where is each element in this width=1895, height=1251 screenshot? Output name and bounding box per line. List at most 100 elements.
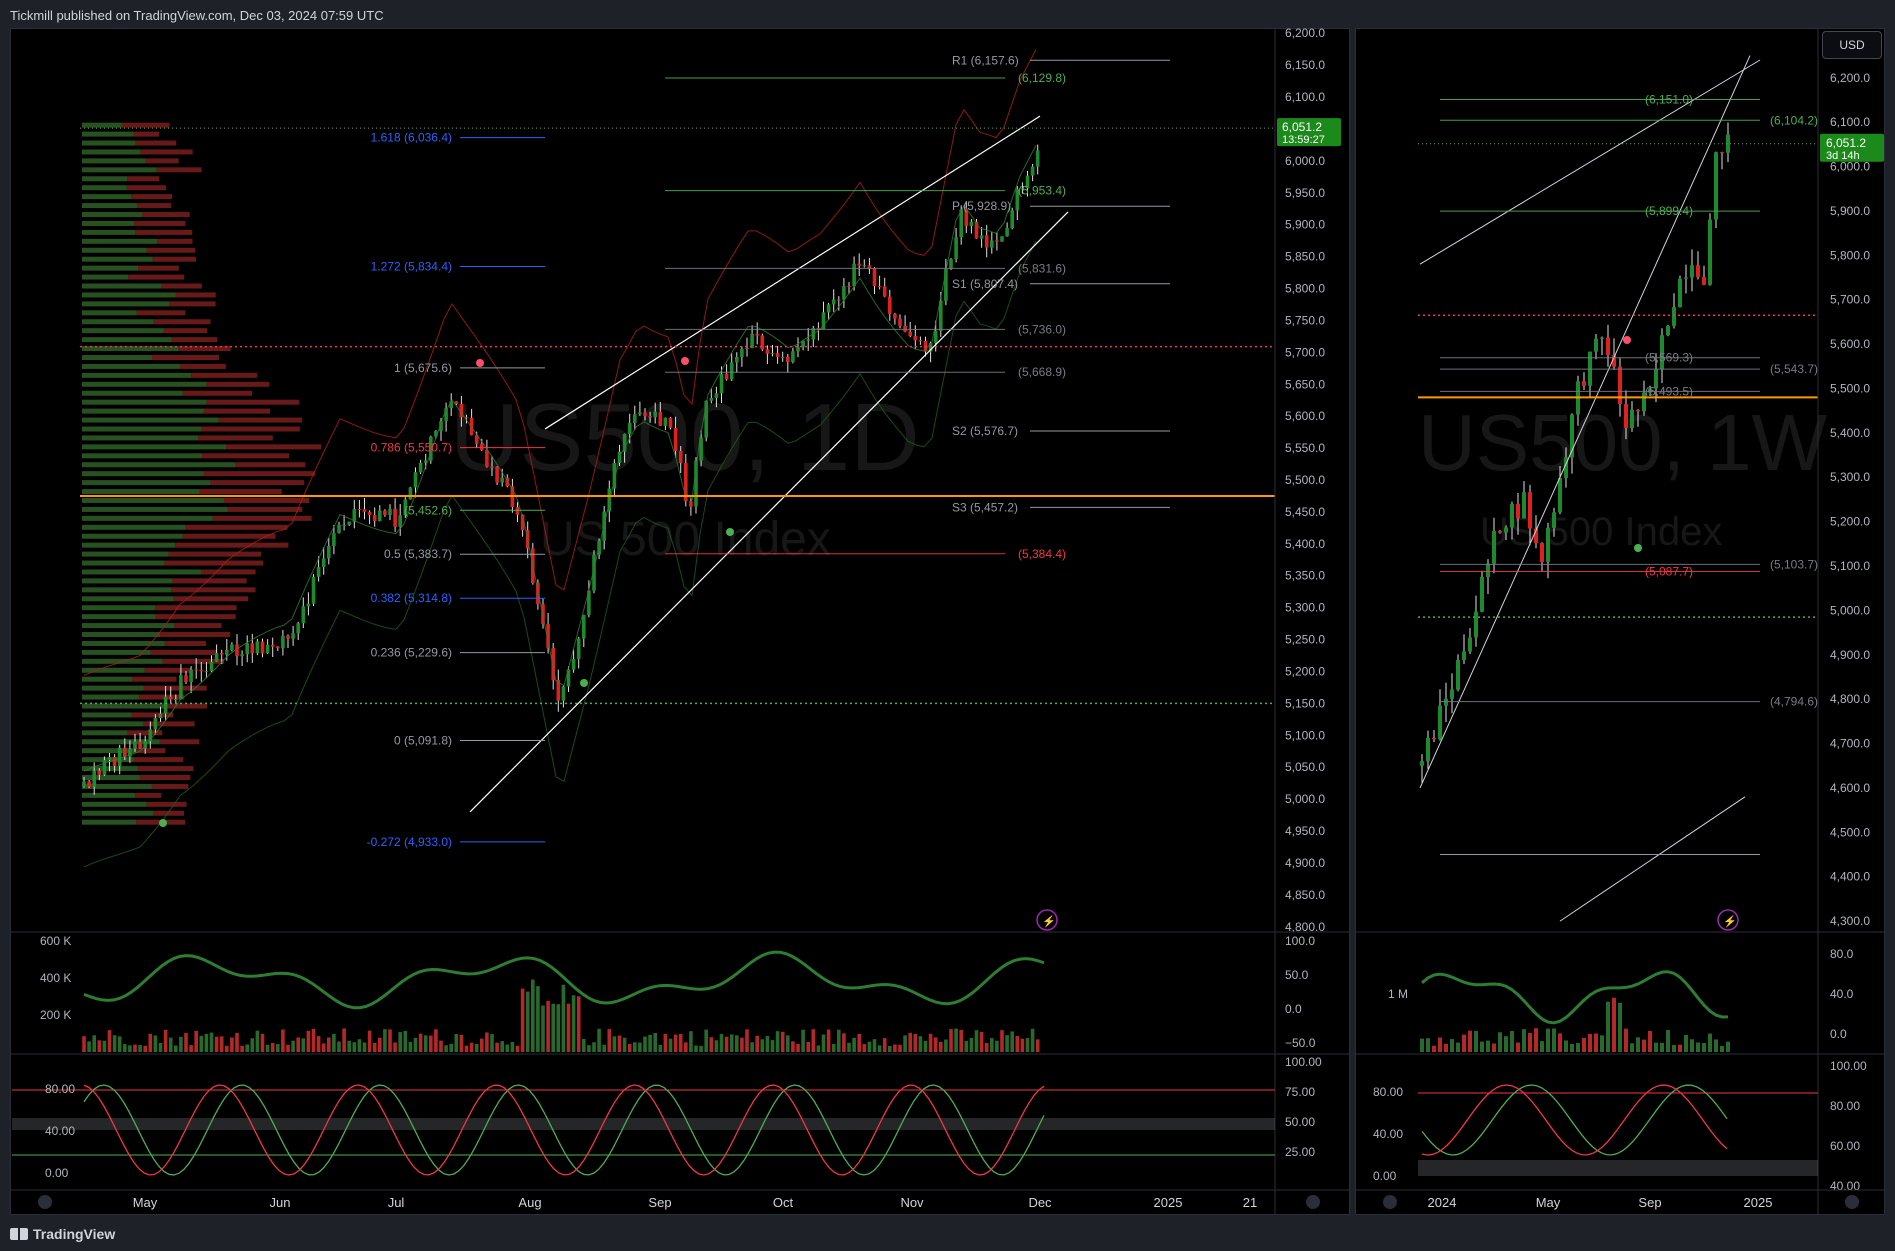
volume-bar: [194, 1030, 198, 1052]
volume-profile-bar: [142, 212, 190, 218]
pivot-level-label: S3 (5,457.2): [952, 500, 1018, 514]
volume-bar: [806, 1041, 810, 1052]
volume-profile-bar: [82, 390, 183, 396]
volume-profile-bar: [82, 319, 154, 325]
price-axis-label: 5,700.0: [1830, 293, 1870, 307]
volume-bar: [337, 1041, 341, 1052]
candle-body: [209, 661, 214, 672]
volume-profile-bar: [159, 739, 200, 745]
volume-profile-bar: [155, 614, 236, 620]
candle-body: [189, 669, 193, 683]
volume-bar: [1510, 1030, 1514, 1052]
volume-profile-bar: [82, 194, 132, 200]
volume-profile-bar: [82, 185, 127, 191]
volume-bar: [990, 1038, 994, 1052]
candle-body: [806, 339, 810, 341]
volume-bar: [418, 1033, 423, 1052]
volume-bar: [158, 1042, 163, 1052]
volume-bar: [1020, 1038, 1025, 1052]
volume-bar: [1516, 1042, 1520, 1052]
signal-dot: [476, 359, 484, 367]
candle-body: [729, 362, 734, 380]
price-axis-label: 5,000.0: [1285, 792, 1325, 806]
time-axis-label: May: [1536, 1195, 1561, 1210]
candle-body: [847, 286, 851, 288]
volume-bar: [270, 1042, 275, 1052]
fib-level-label: 0.382 (5,314.8): [371, 591, 452, 605]
volume-bar: [801, 1029, 805, 1052]
volume-axis-label: 1 M: [1388, 987, 1408, 1001]
candle-body: [495, 466, 499, 483]
candle-body: [571, 658, 576, 670]
candle-body: [842, 286, 846, 300]
volume-bar: [684, 1042, 688, 1052]
currency-button[interactable]: USD: [1822, 31, 1882, 59]
stoch-band: [12, 1118, 1275, 1130]
volume-profile-bar: [144, 667, 191, 673]
volume-profile-bar: [82, 274, 129, 280]
candle-body: [673, 427, 678, 451]
volume-bar: [954, 1028, 958, 1052]
volume-bar: [1702, 1042, 1706, 1052]
candle-body: [250, 643, 255, 654]
candle-body: [719, 373, 724, 394]
volume-profile-bar: [82, 292, 176, 298]
volume-profile-bar: [82, 426, 202, 432]
price-axis-label: 6,150.0: [1285, 58, 1325, 72]
volume-profile-bar: [206, 399, 300, 405]
volume-profile-bar: [82, 256, 153, 262]
volume-profile-bar: [82, 301, 170, 307]
tradingview-logo[interactable]: TradingView: [10, 1226, 115, 1242]
chart-canvas[interactable]: 6,200.06,150.06,100.06,050.06,000.05,950…: [0, 0, 1895, 1251]
candle-body: [1522, 492, 1526, 519]
volume-bar: [714, 1040, 719, 1052]
candle-body: [668, 417, 673, 428]
candle-body: [862, 265, 867, 267]
volume-bar: [1015, 1036, 1020, 1052]
candle-body: [949, 259, 953, 269]
volume-bar: [362, 1042, 367, 1052]
volume-bar: [750, 1042, 754, 1052]
time-axis-label: May: [133, 1195, 158, 1210]
price-axis-label: 5,450.0: [1285, 505, 1325, 519]
candle-body: [1474, 611, 1478, 638]
volume-profile-bar: [82, 229, 136, 235]
volume-profile-bar: [151, 355, 220, 360]
price-axis-label: 4,800.0: [1830, 692, 1870, 706]
volume-profile-bar: [163, 328, 208, 334]
price-axis-label: 5,400.0: [1830, 426, 1870, 440]
candle-body: [199, 669, 204, 672]
candle-body: [500, 477, 504, 483]
volume-bar: [964, 1040, 969, 1052]
time-axis-label: Jun: [270, 1195, 291, 1210]
volume-profile-bar: [185, 524, 288, 530]
candle-body: [107, 757, 112, 761]
volume-bar: [1462, 1034, 1466, 1052]
stoch-axis-label: 80.00: [1373, 1085, 1403, 1099]
volume-bar: [979, 1031, 984, 1052]
volume-bar: [230, 1037, 234, 1052]
volume-profile-bar: [182, 533, 276, 539]
candle-body: [627, 422, 632, 434]
lightning-glyph: ⚡: [1723, 915, 1737, 928]
volume-profile-bar: [191, 372, 258, 378]
volume-bar: [633, 1042, 637, 1052]
volume-bar: [663, 1033, 668, 1052]
candle-body: [194, 669, 198, 671]
volume-profile-bar: [82, 569, 202, 575]
volume-bar: [250, 1038, 255, 1052]
horizontal-level-label: (5,384.4): [1018, 547, 1066, 561]
volume-bar: [678, 1034, 683, 1052]
price-axis-label: 5,800.0: [1830, 248, 1870, 262]
volume-profile-bar: [171, 587, 256, 593]
candle-body: [1582, 381, 1586, 386]
volume-bar: [1498, 1032, 1502, 1052]
candle-body: [276, 646, 280, 649]
volume-bar: [1450, 1039, 1454, 1052]
candle-body: [750, 333, 754, 348]
price-axis-label: 5,200.0: [1285, 664, 1325, 678]
volume-bar: [852, 1037, 856, 1052]
volume-bar: [204, 1033, 209, 1052]
candle-body: [1552, 512, 1556, 528]
price-axis-label: 4,400.0: [1830, 870, 1870, 884]
